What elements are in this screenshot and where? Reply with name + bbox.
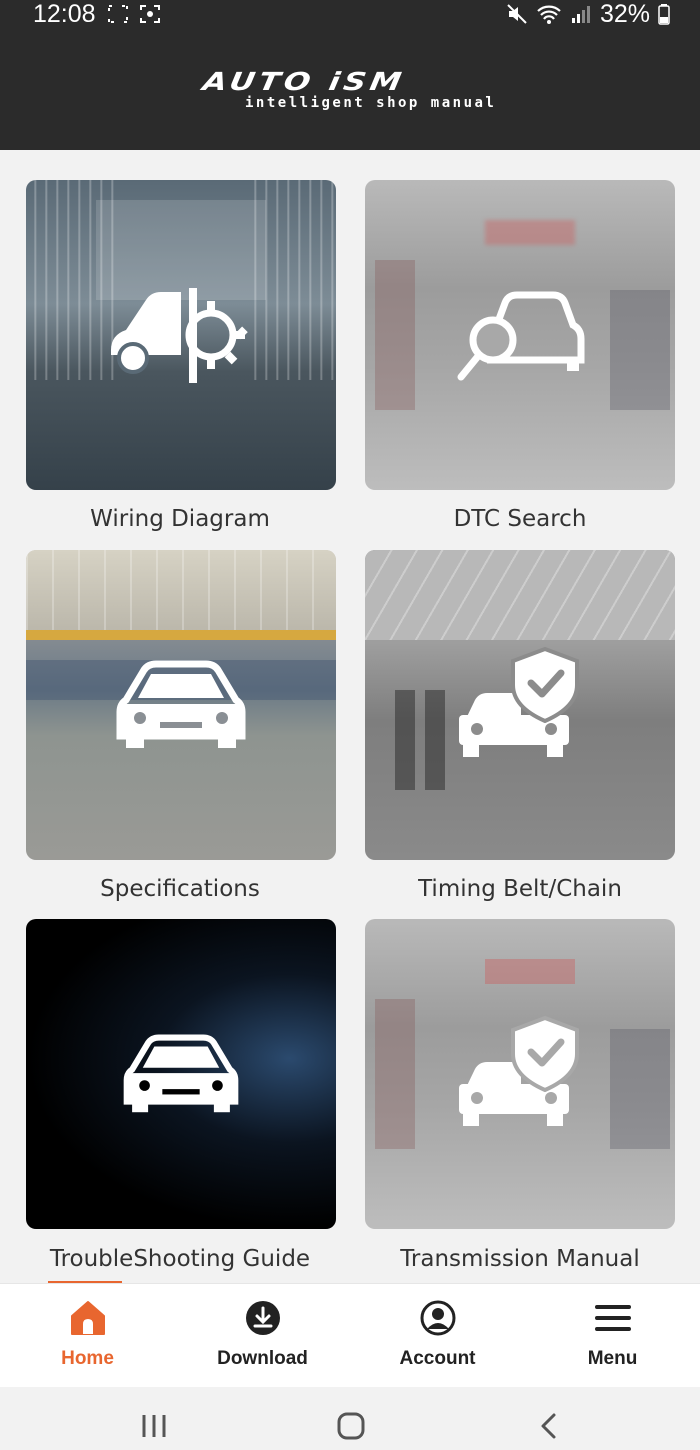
battery-percentage: 32% (599, 0, 650, 28)
status-bar: 12:08 32% (0, 0, 700, 30)
app-logo: AUTO iSM intelligent shop manual (195, 68, 505, 116)
nav-account[interactable]: Account (350, 1284, 525, 1388)
car-front-icon (26, 550, 336, 860)
nav-label: Account (399, 1348, 476, 1369)
nav-label: Home (61, 1348, 114, 1369)
home-button-icon[interactable] (336, 1411, 366, 1441)
car-gear-icon (26, 180, 336, 490)
tile-label: TroubleShooting Guide (49, 1246, 311, 1272)
nav-home[interactable]: Home (0, 1284, 175, 1388)
account-icon (418, 1298, 458, 1338)
tile-transmission-manual[interactable] (365, 919, 675, 1229)
feature-grid: Wiring Diagram DTC Search Specifications… (0, 150, 700, 1283)
tile-troubleshooting-guide[interactable] (26, 919, 336, 1229)
car-search-icon (365, 180, 675, 490)
brand-name: AUTO iSM (200, 67, 408, 97)
nav-menu[interactable]: Menu (525, 1284, 700, 1388)
tile-label: DTC Search (453, 506, 587, 532)
tile-label: Specifications (100, 876, 260, 902)
mute-icon (507, 4, 527, 24)
bottom-navigation: Home Download Account Menu (0, 1283, 700, 1387)
status-time: 12:08 (33, 0, 96, 28)
menu-icon (593, 1298, 633, 1338)
tile-label: Wiring Diagram (90, 506, 270, 532)
expand-icon (108, 5, 128, 23)
system-navigation-bar (0, 1387, 700, 1450)
tile-wiring-diagram[interactable] (26, 180, 336, 490)
nav-download[interactable]: Download (175, 1284, 350, 1388)
tile-specifications[interactable] (26, 550, 336, 860)
app-header: AUTO iSM intelligent shop manual (0, 30, 700, 150)
car-shield-icon (365, 550, 675, 860)
back-icon[interactable] (538, 1412, 558, 1440)
screenshot-icon (140, 5, 160, 23)
recent-apps-icon[interactable] (140, 1413, 168, 1439)
battery-icon (658, 4, 670, 25)
download-icon (243, 1298, 283, 1338)
nav-label: Menu (587, 1348, 638, 1369)
nav-label: Download (217, 1348, 308, 1369)
tile-dtc-search[interactable] (365, 180, 675, 490)
car-shield-icon (365, 919, 675, 1229)
car-front-icon (26, 919, 336, 1229)
signal-icon (571, 6, 590, 23)
status-notification-icons (107, 4, 161, 24)
brand-tagline: intelligent shop manual (245, 95, 497, 111)
tile-label: Transmission Manual (400, 1246, 640, 1272)
tile-timing-belt-chain[interactable] (365, 550, 675, 860)
wifi-icon (537, 5, 561, 24)
home-icon (68, 1298, 108, 1338)
tile-label: Timing Belt/Chain (418, 876, 622, 902)
